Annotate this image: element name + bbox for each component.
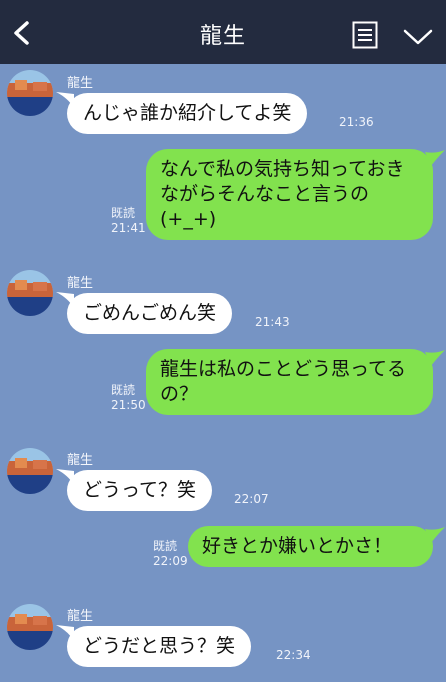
message-time: 21:36 <box>339 115 374 129</box>
sender-name: 龍生 <box>67 276 94 291</box>
bubble-tail <box>425 350 445 366</box>
avatar[interactable] <box>7 448 53 494</box>
avatar[interactable] <box>7 70 53 116</box>
message-bubble[interactable]: 好きとか嫌いとかさ！ <box>188 526 433 567</box>
bubble-tail <box>425 527 445 543</box>
avatar[interactable] <box>7 604 53 650</box>
avatar[interactable] <box>7 270 53 316</box>
read-receipt: 既読 <box>111 383 136 397</box>
message-time: 21:50 <box>111 398 146 412</box>
message-bubble[interactable]: んじゃ誰か紹介してよ笑 <box>67 93 308 134</box>
read-receipt: 既読 <box>111 206 136 220</box>
notes-icon[interactable] <box>352 21 378 49</box>
message-bubble[interactable]: ごめんごめん笑 <box>67 293 233 334</box>
message-list[interactable]: 龍生 んじゃ誰か紹介してよ笑 21:36 なんで私の気持ち知っておきながらそんな… <box>0 64 446 682</box>
message-time: 21:43 <box>255 315 290 329</box>
message-bubble[interactable]: 龍生は私のことどう思ってるの？ <box>146 349 433 415</box>
message-bubble[interactable]: どうって？笑 <box>67 470 213 511</box>
message-bubble[interactable]: どうだと思う？笑 <box>67 626 252 667</box>
sender-name: 龍生 <box>67 76 94 91</box>
chevron-down-icon[interactable] <box>402 27 434 47</box>
message-time: 21:41 <box>111 221 146 235</box>
read-receipt: 既読 <box>153 539 178 553</box>
message-time: 22:34 <box>276 648 311 662</box>
sender-name: 龍生 <box>67 453 94 468</box>
message-bubble[interactable]: なんで私の気持ち知っておきながらそんなこと言うの(+_+) <box>146 149 433 240</box>
sender-name: 龍生 <box>67 609 94 624</box>
bubble-tail <box>425 150 445 166</box>
message-time: 22:09 <box>153 554 188 568</box>
message-time: 22:07 <box>234 492 269 506</box>
chat-title: 龍生 <box>199 24 246 49</box>
chat-header: 龍生 <box>0 0 446 64</box>
